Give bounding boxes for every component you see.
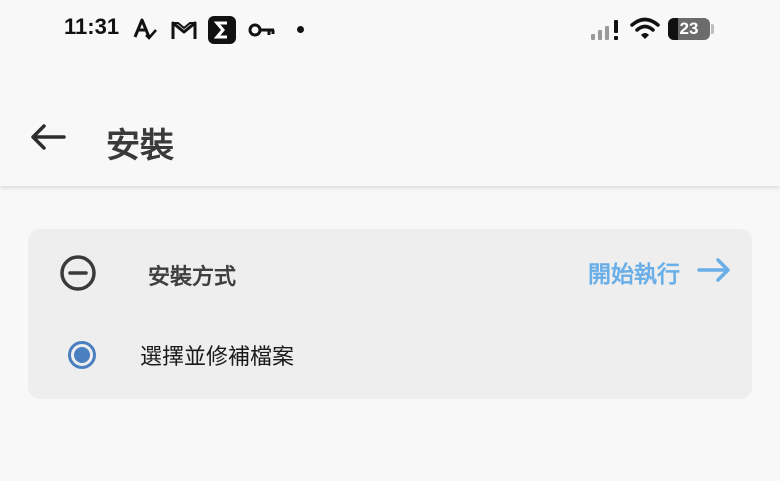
minus-circle-icon <box>58 255 98 297</box>
notification-dot-icon <box>297 26 304 33</box>
battery-percent: 23 <box>679 19 699 38</box>
page-title: 安裝 <box>106 126 174 166</box>
arrow-right-icon <box>696 255 732 289</box>
signal-icon <box>590 18 622 46</box>
wifi-icon <box>630 17 660 45</box>
option-patch-file[interactable]: 選擇並修補檔案 <box>68 335 294 375</box>
status-time: 11:31 <box>64 14 120 39</box>
app-bar: 安裝 <box>0 60 780 186</box>
start-run-button[interactable]: 開始執行 <box>588 255 732 289</box>
gmail-icon <box>170 19 198 45</box>
radio-button[interactable] <box>68 341 96 369</box>
section-label: 安裝方式 <box>148 265 237 290</box>
status-bar: 11:31 23 <box>0 0 780 60</box>
back-button[interactable] <box>24 116 74 158</box>
collapse-button[interactable] <box>58 253 98 293</box>
option-label: 選擇並修補檔案 <box>140 345 295 370</box>
start-run-label: 開始執行 <box>588 262 680 288</box>
sigma-app-icon <box>208 16 236 48</box>
install-method-card: 安裝方式 開始執行 選擇並修補檔案 <box>28 229 752 399</box>
arrow-left-icon <box>24 124 74 162</box>
radio-selected-dot <box>74 347 90 363</box>
key-icon <box>248 20 276 44</box>
battery-tip <box>711 24 714 34</box>
battery-icon: 23 <box>668 18 710 40</box>
spellcheck-icon <box>132 17 158 45</box>
